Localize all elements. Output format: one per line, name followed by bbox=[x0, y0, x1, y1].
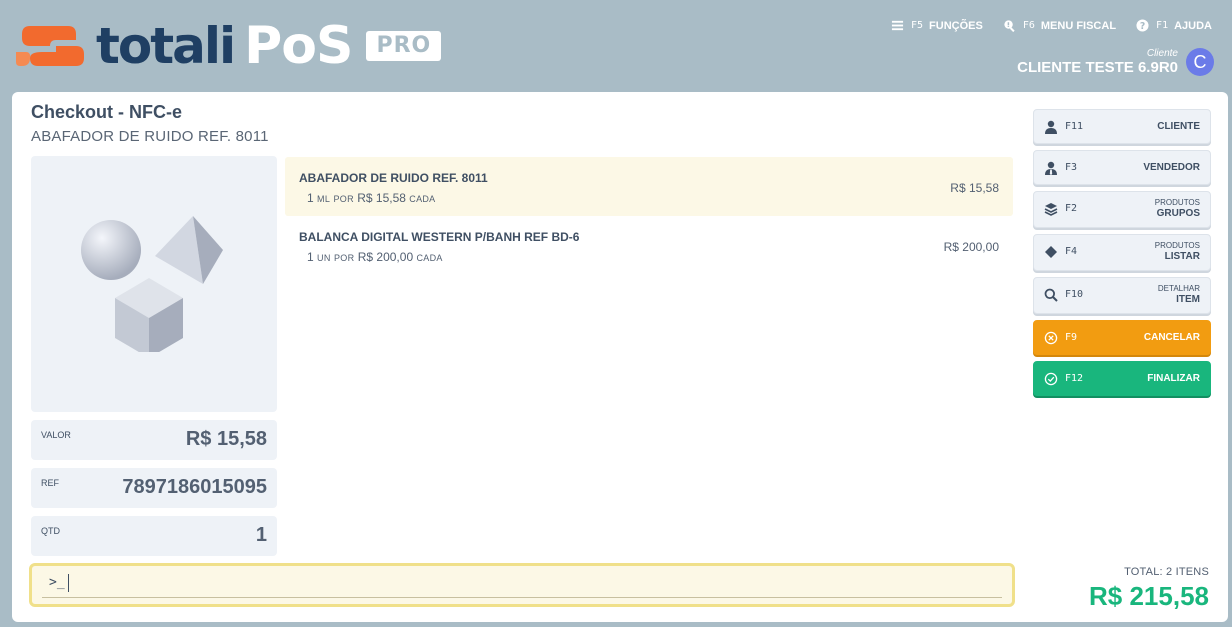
item-unit: UN bbox=[317, 253, 331, 263]
client-label: Cliente bbox=[1146, 48, 1178, 59]
button-label: DETALHAR ITEM bbox=[1158, 283, 1200, 305]
item-por: POR bbox=[333, 194, 354, 204]
shortcut-key: F9 bbox=[1065, 332, 1078, 343]
item-unit-price: R$ 15,58 bbox=[357, 191, 406, 205]
client-name: CLIENTE TESTE 6.9R0 bbox=[1017, 59, 1178, 76]
button-label-main: ITEM bbox=[1176, 294, 1200, 305]
logo: totali PoS PRO bbox=[16, 16, 442, 76]
checkout-panel: Checkout - NFC-e ABAFADOR DE RUIDO REF. … bbox=[12, 92, 1228, 622]
button-label: PRODUTOS LISTAR bbox=[1155, 240, 1200, 262]
topnav-menu-fiscal[interactable]: F6 MENU FISCAL bbox=[1003, 19, 1116, 32]
seller-icon bbox=[1045, 161, 1057, 175]
total-label: TOTAL: 2 ITENS bbox=[1124, 566, 1209, 578]
item-cada: CADA bbox=[416, 253, 443, 263]
logo-word-pos: PoS bbox=[244, 16, 353, 76]
stat-value: R$ 15,58 bbox=[185, 428, 267, 450]
item-unit-price: R$ 200,00 bbox=[357, 250, 414, 264]
item-unit: ML bbox=[317, 194, 331, 204]
topnav-key: F1 bbox=[1156, 20, 1169, 31]
menu-icon bbox=[891, 20, 904, 31]
client-text: Cliente CLIENTE TESTE 6.9R0 bbox=[1017, 48, 1178, 76]
shortcut-key: F11 bbox=[1065, 121, 1084, 132]
button-label: FINALIZAR bbox=[1147, 373, 1200, 384]
layers-icon bbox=[1044, 203, 1058, 216]
list-item[interactable]: BALANCA DIGITAL WESTERN P/BANH REF BD-6 … bbox=[285, 216, 1013, 275]
command-bar: >_ bbox=[29, 563, 1015, 607]
cancelar-button[interactable]: F9 CANCELAR bbox=[1033, 320, 1211, 355]
shapes-placeholder-icon bbox=[81, 216, 223, 352]
stat-qtd: QTD 1 bbox=[31, 516, 277, 556]
check-circle-icon bbox=[1044, 372, 1058, 386]
list-item[interactable]: ABAFADOR DE RUIDO REF. 8011 1 ML POR R$ … bbox=[285, 157, 1013, 216]
shortcut-key: F4 bbox=[1065, 246, 1078, 257]
button-label: CANCELAR bbox=[1143, 332, 1200, 343]
button-label: VENDEDOR bbox=[1143, 162, 1200, 173]
button-label-top: PRODUTOS bbox=[1154, 198, 1200, 207]
shortcut-key: F2 bbox=[1065, 203, 1078, 214]
produtos-listar-button[interactable]: F4 PRODUTOS LISTAR bbox=[1033, 234, 1211, 271]
diamond-icon bbox=[1045, 246, 1057, 258]
topnav-funcoes[interactable]: F5 FUNÇÕES bbox=[891, 19, 983, 32]
shortcut-key: F12 bbox=[1065, 373, 1084, 384]
search-icon bbox=[1044, 288, 1058, 302]
vendedor-button[interactable]: F3 VENDEDOR bbox=[1033, 150, 1211, 185]
top-nav: F5 FUNÇÕES F6 MENU FISCAL ? F1 AJUDA bbox=[891, 19, 1212, 32]
stat-value: 7897186015095 bbox=[122, 476, 267, 498]
detalhar-item-button[interactable]: F10 DETALHAR ITEM bbox=[1033, 277, 1211, 314]
button-label-main: LISTAR bbox=[1164, 251, 1200, 262]
item-name: ABAFADOR DE RUIDO REF. 8011 bbox=[299, 171, 488, 185]
product-image-placeholder bbox=[31, 156, 277, 412]
shortcut-key: F10 bbox=[1065, 289, 1084, 300]
topnav-key: F5 bbox=[911, 20, 924, 31]
command-input[interactable] bbox=[68, 574, 988, 592]
produtos-grupos-button[interactable]: F2 PRODUTOS GRUPOS bbox=[1033, 191, 1211, 228]
cancel-icon bbox=[1044, 331, 1058, 345]
item-detail: 1 ML POR R$ 15,58 CADA bbox=[307, 191, 999, 205]
total-value: R$ 215,58 bbox=[1089, 581, 1209, 611]
help-icon: ? bbox=[1136, 19, 1149, 32]
item-detail: 1 UN POR R$ 200,00 CADA bbox=[307, 250, 999, 264]
search-icon bbox=[1004, 20, 1015, 32]
command-underline bbox=[42, 597, 1002, 598]
selected-product-name: ABAFADOR DE RUIDO REF. 8011 bbox=[31, 128, 269, 145]
user-icon bbox=[1045, 120, 1057, 134]
topnav-key: F6 bbox=[1022, 20, 1035, 31]
svg-text:?: ? bbox=[1140, 21, 1145, 32]
topnav-label: MENU FISCAL bbox=[1040, 19, 1117, 32]
topnav-label: FUNÇÕES bbox=[929, 19, 983, 32]
item-qty: 1 bbox=[307, 191, 314, 205]
action-sidebar: F11 CLIENTE F3 VENDEDOR F2 PRODUTOS GRUPO… bbox=[1033, 109, 1211, 402]
cart-items-list: ABAFADOR DE RUIDO REF. 8011 1 ML POR R$ … bbox=[285, 157, 1013, 275]
avatar[interactable]: C bbox=[1186, 48, 1214, 76]
topnav-ajuda[interactable]: ? F1 AJUDA bbox=[1136, 19, 1212, 32]
button-label-top: DETALHAR bbox=[1157, 284, 1200, 293]
stat-label: VALOR bbox=[41, 430, 71, 440]
stat-valor: VALOR R$ 15,58 bbox=[31, 420, 277, 460]
item-price: R$ 15,58 bbox=[950, 181, 999, 195]
logo-mark-icon bbox=[16, 22, 88, 70]
stat-ref: REF 7897186015095 bbox=[31, 468, 277, 508]
pro-badge: PRO bbox=[366, 31, 442, 61]
logo-word-totali: totali bbox=[96, 17, 236, 75]
shortcut-key: F3 bbox=[1065, 162, 1078, 173]
button-label-main: GRUPOS bbox=[1156, 208, 1200, 219]
stat-label: QTD bbox=[41, 526, 60, 536]
item-cada: CADA bbox=[409, 194, 436, 204]
page-title: Checkout - NFC-e bbox=[31, 102, 183, 122]
stat-label: REF bbox=[41, 478, 59, 488]
button-label-top: PRODUTOS bbox=[1154, 241, 1200, 250]
cliente-button[interactable]: F11 CLIENTE bbox=[1033, 109, 1211, 144]
topnav-label: AJUDA bbox=[1174, 19, 1212, 32]
client-box[interactable]: Cliente CLIENTE TESTE 6.9R0 C bbox=[1017, 48, 1214, 76]
item-qty: 1 bbox=[307, 250, 314, 264]
item-por: POR bbox=[333, 253, 355, 263]
item-price: R$ 200,00 bbox=[943, 240, 999, 254]
terminal-prompt-icon: >_ bbox=[49, 575, 65, 590]
button-label: PRODUTOS GRUPOS bbox=[1155, 197, 1200, 219]
item-name: BALANCA DIGITAL WESTERN P/BANH REF BD-6 bbox=[299, 230, 580, 244]
button-label: CLIENTE bbox=[1157, 121, 1200, 132]
stat-value: 1 bbox=[255, 524, 267, 546]
finalizar-button[interactable]: F12 FINALIZAR bbox=[1033, 361, 1211, 396]
